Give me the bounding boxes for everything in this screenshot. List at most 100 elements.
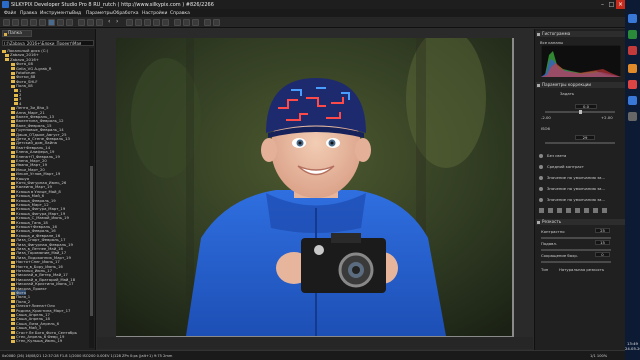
sharpness-title: Резкость <box>542 219 562 224</box>
rotate-right-button[interactable] <box>30 19 37 26</box>
minimize-button[interactable]: – <box>598 0 607 9</box>
detail-slider[interactable] <box>541 249 611 251</box>
taskbar-app-icon-6[interactable] <box>628 96 637 105</box>
app-icon <box>2 1 9 8</box>
view-grid-button[interactable] <box>66 19 73 26</box>
menu-params[interactable]: Параметры <box>86 11 113 16</box>
partial-button[interactable] <box>153 19 160 26</box>
preset-label[interactable]: Задать <box>560 91 574 96</box>
correction-title: Параметры коррекции <box>542 82 592 87</box>
detail-field[interactable]: 15 <box>595 240 610 245</box>
zoom-button[interactable] <box>78 19 85 26</box>
menu-settings[interactable]: Настройки <box>142 11 167 16</box>
color-noise-slider[interactable] <box>541 261 611 263</box>
menu-view[interactable]: Вид <box>72 11 81 16</box>
taskbar-app-icon-2[interactable] <box>628 30 637 39</box>
iso-slider[interactable] <box>545 142 615 144</box>
taskbar-app-icon-5[interactable] <box>628 80 637 89</box>
tool-icon-row <box>539 207 623 215</box>
rotate-left-button[interactable] <box>21 19 28 26</box>
folder-tree: Локальный диск (C:) Zabava_2016+ Zabava_20… <box>2 48 88 348</box>
sharpness-header[interactable]: Резкость <box>536 219 625 225</box>
tool-icon-7[interactable] <box>593 208 598 213</box>
crop-button[interactable] <box>126 19 133 26</box>
contrast-slider[interactable] <box>541 237 611 239</box>
close-button[interactable]: × <box>616 0 625 9</box>
color-dropdown[interactable]: Значение по умолчанию за... <box>547 175 605 180</box>
maximize-button[interactable]: □ <box>607 0 616 9</box>
histogram-header[interactable]: Гистограмма <box>536 31 625 37</box>
iso-label: ISO6 <box>541 126 550 131</box>
menu-help[interactable]: Справка <box>170 11 190 16</box>
taskbar-app-icon-4[interactable] <box>628 64 637 73</box>
spot-button[interactable] <box>144 19 151 26</box>
tone-dropdown[interactable]: Значение по умолчанию за... <box>547 186 605 191</box>
history-button[interactable] <box>204 19 211 26</box>
taskbar-app-icon-7[interactable] <box>628 112 637 121</box>
system-clock[interactable]: 13:49 24.05.2017 <box>625 338 640 360</box>
open-folder-button[interactable] <box>3 19 10 26</box>
taskbar-app-icon-3[interactable] <box>628 46 637 55</box>
contrast-dropdown[interactable]: Средний контраст <box>547 164 584 169</box>
folder-icon <box>11 339 15 343</box>
taskbar-app-icon-1[interactable] <box>628 14 637 23</box>
tool-icon-6[interactable] <box>584 208 589 213</box>
print-button[interactable] <box>192 19 199 26</box>
status-info: 0x0080 (26) 16/08/21 12:37:28 F1.8 1/200… <box>2 353 173 358</box>
color-noise-label: Сокращение бахр. <box>541 253 578 258</box>
color-noise-field[interactable]: 0 <box>595 252 610 257</box>
arrow-left-icon[interactable]: ‹ <box>108 18 110 25</box>
viewer-bottom-bar <box>97 337 533 349</box>
white-balance-button[interactable] <box>162 19 169 26</box>
exposure-field[interactable]: 0.0 <box>575 104 597 109</box>
view-preview-button[interactable] <box>48 19 55 26</box>
full-size-button[interactable] <box>96 19 103 26</box>
toolbar: ‹ › <box>0 17 625 28</box>
preview-photo[interactable] <box>116 38 512 336</box>
tool-icon-1[interactable] <box>539 208 544 213</box>
contrast-field[interactable]: 25 <box>595 228 610 233</box>
correction-header[interactable]: Параметры коррекции <box>536 82 625 88</box>
develop-button[interactable] <box>174 19 181 26</box>
tool-icon-3[interactable] <box>557 208 562 213</box>
batch-button[interactable] <box>183 19 190 26</box>
window-title: SILKYPIX Developer Studio Pro 8 RU_rutch… <box>11 1 214 8</box>
menu-processing[interactable]: Обработка <box>113 11 139 16</box>
histogram-title: Гистограмма <box>542 31 571 36</box>
color-icon <box>539 176 543 180</box>
view-single-button[interactable] <box>39 19 46 26</box>
light-dropdown[interactable]: Без света <box>547 153 566 158</box>
taste-button[interactable] <box>213 19 220 26</box>
folder-path-field[interactable]: (:)\Zabava_2016+\Блоки_Проект\Мая <box>2 40 94 46</box>
clock-date: 24.05.2017 <box>625 346 640 351</box>
folder-tree-label: Стек_Кульша_Июнь_19 <box>16 338 63 344</box>
tab-folder[interactable]: Папка <box>2 30 32 37</box>
menu-edit[interactable]: Правка <box>20 11 37 16</box>
menu-bar: Файл Правка Инструменты Вид Параметры Об… <box>0 9 625 17</box>
folder-icon <box>4 32 7 36</box>
tool-icon-5[interactable] <box>575 208 580 213</box>
child-with-camera-photo <box>116 38 512 336</box>
iso-field[interactable]: 29 <box>575 135 595 140</box>
save-button[interactable] <box>12 19 19 26</box>
exposure-max: +2.00 <box>601 115 613 120</box>
view-compare-button[interactable] <box>57 19 64 26</box>
style-dropdown[interactable]: Значение по умолчанию за... <box>547 197 605 202</box>
folder-tree-scrollbar[interactable] <box>89 48 94 348</box>
scrollbar-thumb[interactable] <box>90 166 93 316</box>
histogram-icon <box>537 32 540 36</box>
exposure-slider-knob[interactable] <box>579 110 582 114</box>
arrow-right-icon[interactable]: › <box>116 18 118 25</box>
type-dropdown[interactable]: Натуральная резкость <box>559 267 604 272</box>
sharpness-icon <box>537 220 540 224</box>
tool-icon-2[interactable] <box>548 208 553 213</box>
fit-button[interactable] <box>87 19 94 26</box>
straighten-button[interactable] <box>135 19 142 26</box>
settings-icon <box>537 83 540 87</box>
tool-icon-8[interactable] <box>602 208 607 213</box>
tool-icon-4[interactable] <box>566 208 571 213</box>
menu-file[interactable]: Файл <box>4 11 16 16</box>
folder-icon <box>5 58 9 62</box>
folder-tree-item[interactable]: Стек_Кульша_Июнь_19 <box>11 338 62 343</box>
menu-tools[interactable]: Инструменты <box>40 11 72 16</box>
